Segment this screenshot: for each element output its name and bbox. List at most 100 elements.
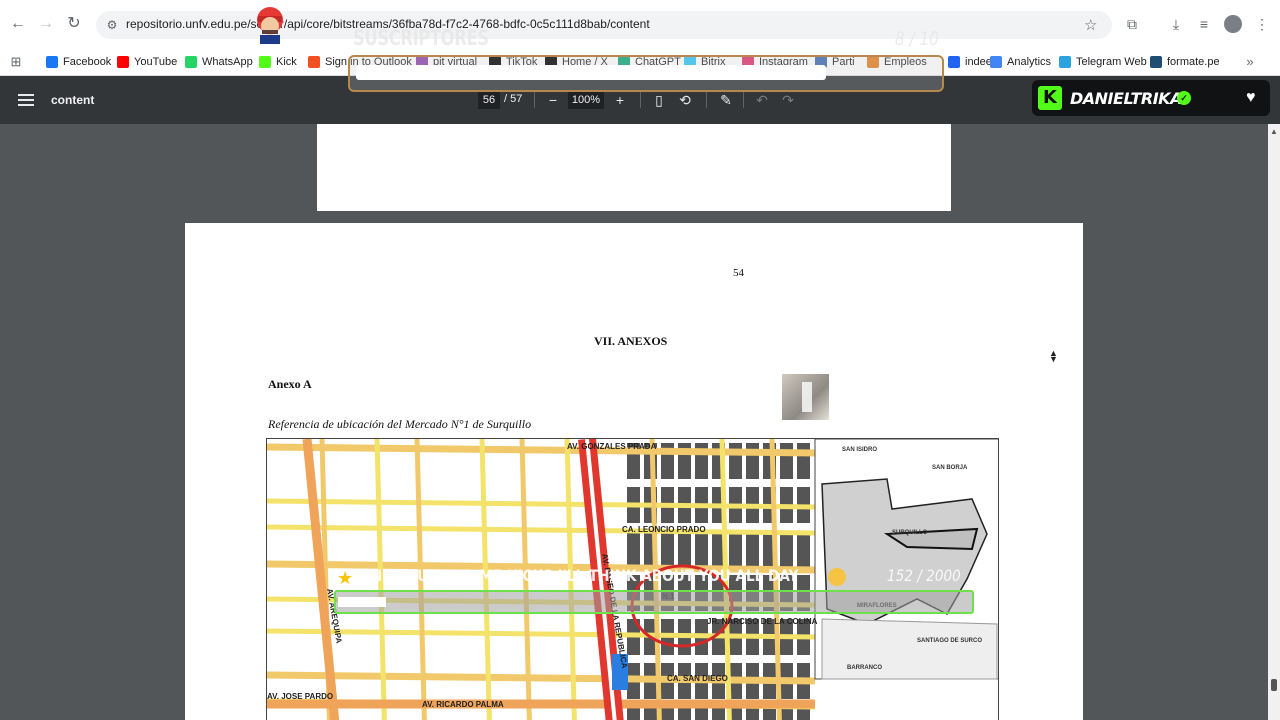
map-block	[661, 531, 674, 567]
bookmark-whatsapp[interactable]: WhatsApp	[185, 52, 253, 72]
bookmark-favicon-icon	[185, 56, 197, 68]
media-control-icon[interactable]: ≡	[1194, 14, 1214, 34]
sort-arrows-icon[interactable]: ▲ ▼	[1049, 349, 1058, 364]
toolbar-divider	[640, 92, 641, 108]
map-block	[627, 531, 640, 567]
kicks-goal-fill	[338, 597, 387, 607]
kicks-goal-count: 152 / 2000	[887, 566, 961, 585]
zoom-out-icon[interactable]: −	[544, 91, 562, 109]
bookmark-star-icon[interactable]: ☆	[1084, 16, 1097, 34]
heart-icon: ♥	[1246, 89, 1256, 106]
district-label: SURQUILLO	[892, 530, 928, 536]
toolbar-divider	[743, 92, 744, 108]
streamer-name: DANIELTRIKA	[1070, 89, 1182, 108]
district-label: SANTIAGO DE SURCO	[917, 638, 982, 644]
street-label: JR. NARCISO DE LA COLINA	[707, 617, 818, 626]
map-block	[695, 531, 708, 567]
district-label: SAN BORJA	[932, 465, 968, 471]
hamburger-menu-icon[interactable]	[18, 91, 34, 109]
bookmark-label: Telegram Web	[1076, 56, 1147, 68]
bookmark-label: formate.pe	[1167, 56, 1220, 68]
map-block	[712, 707, 725, 720]
figure-caption: Referencia de ubicación del Mercado N°1 …	[268, 417, 532, 431]
map-block	[695, 707, 708, 720]
zoom-input[interactable]: 100%	[568, 92, 604, 109]
subscribers-goal-count: 8 / 10	[895, 28, 939, 50]
annex-label: Anexo A	[268, 377, 312, 391]
map-block	[797, 531, 810, 567]
browser-toolbar: ← → ↻ ⚙ repositorio.unfv.edu.pe/server/a…	[0, 0, 1280, 48]
download-icon[interactable]: ⤓	[1166, 14, 1186, 34]
more-bookmarks-icon[interactable]: »	[1240, 52, 1260, 72]
street-label: CA. LEONCIO PRADO	[622, 525, 706, 534]
map-block	[746, 443, 759, 479]
bookmark-youtube[interactable]: YouTube	[117, 52, 177, 72]
extensions-icon[interactable]: ⧉	[1122, 14, 1142, 34]
subscribers-goal-label: SUSCRIPTORES	[353, 26, 489, 50]
bookmark-facebook[interactable]: Facebook	[46, 52, 111, 72]
bookmark-favicon-icon	[1059, 56, 1071, 68]
reload-icon[interactable]: ↻	[64, 14, 84, 34]
bookmark-label: Kick	[276, 56, 297, 68]
undo-icon[interactable]: ↶	[753, 91, 771, 109]
bookmark-analytics[interactable]: Analytics	[990, 52, 1051, 72]
map-block	[746, 531, 759, 567]
map-block	[746, 707, 759, 720]
map-block	[797, 443, 810, 479]
page-number-input[interactable]: 56	[478, 92, 500, 109]
bookmark-favicon-icon	[1150, 56, 1162, 68]
street-label: AV. RICARDO PALMA	[422, 700, 504, 709]
bookmark-formate-pe[interactable]: formate.pe	[1150, 52, 1220, 72]
map-block	[780, 443, 793, 479]
profile-avatar[interactable]	[1224, 15, 1242, 33]
page-number: 54	[733, 267, 744, 279]
map-block	[678, 707, 691, 720]
bookmark-favicon-icon	[259, 56, 271, 68]
rotate-icon[interactable]: ⟲	[676, 91, 694, 109]
kick-logo-icon: K	[1038, 86, 1062, 110]
pdf-title: content	[51, 93, 95, 107]
bookmark-favicon-icon	[308, 56, 320, 68]
map-block	[780, 531, 793, 567]
bookmark-label: YouTube	[134, 56, 178, 68]
fit-page-icon[interactable]: ▯	[650, 91, 668, 109]
map-block	[729, 443, 742, 479]
kicks-goal-bar	[334, 590, 974, 614]
forward-arrow-icon[interactable]: →	[36, 14, 56, 34]
mario-sticker	[248, 2, 292, 44]
scroll-up-icon[interactable]: ▲	[1270, 128, 1278, 136]
pdf-viewport[interactable]: 54 VII. ANEXOS Anexo A Referencia de ubi…	[0, 124, 1268, 720]
back-arrow-icon[interactable]: ←	[8, 14, 28, 34]
district-label: BARRANCO	[847, 665, 882, 671]
page-total: / 57	[504, 93, 523, 105]
apps-grid-icon[interactable]: ⊞	[6, 52, 26, 72]
subscribers-goal-bar	[348, 55, 944, 92]
zoom-in-icon[interactable]: +	[611, 91, 629, 109]
kicks-goal-message: "IF YOU SEND ME KICKS I'LL THINK ABOUT Y…	[370, 566, 799, 585]
bookmark-label: Analytics	[1007, 56, 1052, 68]
map-block	[729, 531, 742, 567]
map-block	[678, 531, 691, 567]
smile-emoji-icon	[828, 568, 846, 586]
bookmark-favicon-icon	[46, 56, 58, 68]
browser-menu-icon[interactable]: ⋮	[1252, 14, 1272, 34]
street-label: AV. JOSE PARDO	[267, 692, 333, 701]
redo-icon[interactable]: ↷	[779, 91, 797, 109]
site-info-icon[interactable]: ⚙	[104, 17, 120, 33]
annotate-pen-icon[interactable]: ✎	[717, 91, 735, 109]
vertical-scrollbar[interactable]: ▲	[1268, 124, 1280, 720]
street-label: AV. GONZALES PRADA	[567, 442, 657, 451]
bookmark-favicon-icon	[990, 56, 1002, 68]
star-icon: ★	[337, 568, 354, 588]
pdf-page: 54 VII. ANEXOS Anexo A Referencia de ubi…	[185, 223, 1083, 720]
webcam-thumbnail	[782, 374, 829, 420]
bookmark-label: WhatsApp	[202, 56, 253, 68]
bookmark-favicon-icon	[948, 56, 960, 68]
bookmark-telegram-web[interactable]: Telegram Web	[1059, 52, 1147, 72]
previous-page	[317, 124, 951, 211]
bookmark-kick[interactable]: Kick	[259, 52, 297, 72]
street-label: CA. SAN DIEGO	[667, 674, 728, 683]
scroll-thumb[interactable]	[1271, 679, 1277, 691]
bookmark-label: Facebook	[63, 56, 112, 68]
screen: ← → ↻ ⚙ repositorio.unfv.edu.pe/server/a…	[0, 0, 1280, 720]
